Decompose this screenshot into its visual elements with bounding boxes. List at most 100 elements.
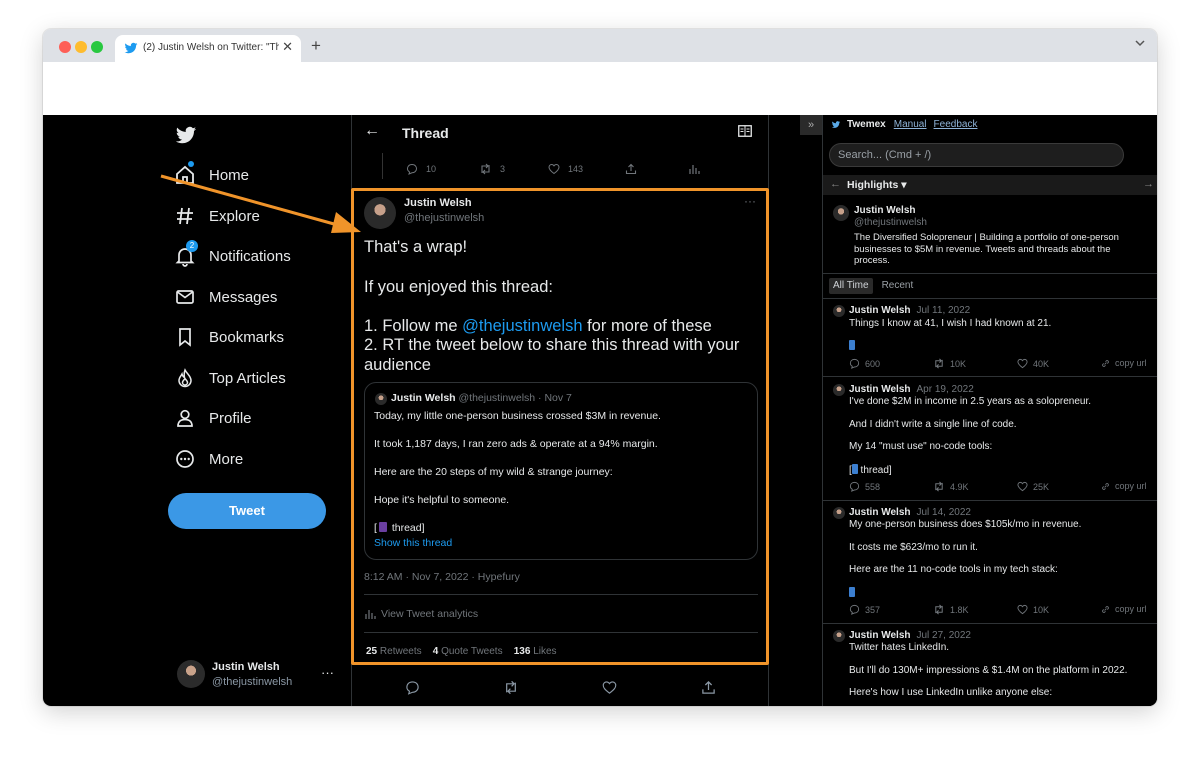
avatar (833, 384, 845, 396)
nav-item-messages[interactable]: Messages (174, 284, 277, 310)
new-tab-button[interactable]: + (311, 36, 321, 56)
retweet-button[interactable]: 3 (479, 163, 505, 175)
reader-mode-icon[interactable] (738, 125, 752, 137)
like-button[interactable]: 143 (548, 163, 583, 175)
copy-url-link[interactable]: copy url (1101, 358, 1147, 368)
nav-item-home[interactable]: Home (174, 161, 249, 188)
highlights-dropdown[interactable]: Highlights ▾ (847, 179, 907, 191)
retweet-count: 1.8K (950, 604, 969, 615)
list-item-header: Justin Welsh Apr 19, 2022 (849, 384, 974, 395)
phone-emoji-icon (849, 340, 855, 350)
tweet-more-icon[interactable]: ··· (744, 194, 756, 208)
previous-arrow-icon[interactable]: ← (830, 178, 841, 190)
tweet-author-handle[interactable]: @thejustinwelsh (404, 212, 484, 224)
tweet-text-segment: for more of these (582, 317, 712, 335)
copy-url-link[interactable]: copy url (1101, 481, 1147, 491)
time-range-tabs: All Time Recent (829, 278, 922, 294)
manual-link[interactable]: Manual (894, 119, 927, 130)
feedback-link[interactable]: Feedback (934, 119, 978, 130)
reply-icon[interactable] (405, 680, 420, 695)
reply-icon (849, 481, 860, 492)
browser-tab[interactable]: (2) Justin Welsh on Twitter: "Th ✕ (115, 35, 301, 62)
reply-count: 357 (865, 604, 881, 615)
reply-count: 10 (426, 164, 437, 174)
collapse-panel-button[interactable]: » (800, 115, 822, 135)
tab-close-icon[interactable]: ✕ (282, 39, 293, 55)
heart-icon[interactable] (602, 680, 617, 695)
show-thread-link[interactable]: Show this thread (374, 537, 452, 549)
tweet-text-segment: thread] (857, 465, 892, 476)
share-icon[interactable] (701, 680, 716, 695)
like-count: 143 (568, 164, 584, 174)
retweet-count: 4.9K (950, 481, 969, 492)
tweet-text-line: [ thread] (849, 464, 892, 476)
divider (823, 376, 1157, 377)
account-handle[interactable]: @thejustinwelsh (212, 676, 292, 688)
copy-url-label: copy url (1115, 604, 1147, 614)
twitter-logo-icon[interactable] (174, 124, 198, 146)
profile-handle[interactable]: @thejustinwelsh (854, 217, 927, 228)
avatar[interactable] (833, 205, 849, 221)
back-arrow-icon[interactable]: ← (364, 122, 380, 140)
quoted-tweet-card[interactable]: Justin Welsh @thejustinwelsh · Nov 7 Tod… (364, 382, 758, 560)
tab-all-time[interactable]: All Time (829, 278, 873, 294)
zoom-window-button[interactable] (91, 41, 103, 53)
link-icon (1102, 605, 1109, 613)
retweet-icon[interactable] (503, 680, 519, 695)
share-button[interactable] (625, 163, 645, 175)
nav-item-more[interactable]: More (174, 446, 243, 472)
thread-connector-line (382, 153, 383, 179)
mention-link[interactable]: @thejustinwelsh (462, 317, 582, 335)
analytics-icon (365, 609, 376, 619)
account-more-icon[interactable]: ··· (321, 665, 334, 680)
thread-header: ← Thread (352, 115, 769, 153)
tweet-button[interactable]: Tweet (168, 493, 326, 529)
quotes-stat[interactable]: 4 Quote Tweets (433, 646, 503, 657)
twemex-sidebar: Twemex Manual Feedback Search... (Cmd + … (822, 115, 1157, 706)
tweet-stats: 558 4.9K 25K copy url (849, 481, 1149, 493)
nav-item-notifications[interactable]: 2 Notifications (174, 240, 291, 269)
tweet-date: Jul 27, 2022 (916, 630, 972, 641)
copy-url-link[interactable]: copy url (1101, 604, 1147, 614)
twitter-favicon-icon (124, 42, 138, 54)
close-window-button[interactable] (59, 41, 71, 53)
nav-item-top-articles[interactable]: Top Articles (174, 365, 286, 391)
tweet-text-line: My 14 "must use" no-code tools: (849, 441, 993, 452)
profile-bio: The Diversified Solopreneur | Building a… (854, 232, 1119, 266)
nav-item-profile[interactable]: Profile (174, 405, 252, 431)
tab-recent[interactable]: Recent (878, 278, 918, 294)
nav-item-bookmarks[interactable]: Bookmarks (174, 324, 284, 350)
author-name: Justin Welsh (849, 507, 911, 518)
tab-search-chevron-icon[interactable] (1135, 39, 1145, 50)
tweet-timestamp[interactable]: 8:12 AM · Nov 7, 2022 · Hypefury (364, 571, 520, 583)
previous-tweet-actions: 10 3 143 (406, 163, 706, 179)
retweet-icon (935, 481, 943, 492)
account-name[interactable]: Justin Welsh (212, 661, 280, 673)
reply-icon (849, 604, 860, 615)
minimize-window-button[interactable] (75, 41, 87, 53)
tweet-author-name[interactable]: Justin Welsh (404, 197, 472, 209)
next-arrow-icon[interactable]: → (1143, 178, 1154, 190)
retweet-icon (935, 604, 943, 615)
reply-count: 600 (865, 358, 881, 369)
retweets-stat[interactable]: 25 Retweets (366, 646, 422, 657)
profile-name[interactable]: Justin Welsh (854, 205, 916, 216)
tweet-action-bar (352, 680, 769, 700)
nav-item-explore[interactable]: Explore (174, 203, 260, 229)
likes-stat[interactable]: 136 Likes (514, 646, 557, 657)
tweet-text-line: Things I know at 41, I wish I had known … (849, 318, 1052, 329)
unread-dot (188, 161, 194, 167)
share-icon (625, 163, 637, 175)
reply-button[interactable]: 10 (406, 163, 436, 175)
more-circle-icon (174, 448, 196, 470)
reply-stat: 558 (849, 481, 880, 492)
like-stat: 40K (1017, 358, 1049, 369)
account-avatar[interactable] (177, 660, 205, 688)
avatar[interactable] (364, 197, 396, 229)
author-name: Justin Welsh (849, 384, 911, 395)
analytics-button[interactable] (688, 163, 708, 175)
nav-item-label: Top Articles (209, 369, 286, 387)
view-analytics-link[interactable]: View Tweet analytics (364, 608, 478, 620)
search-input[interactable]: Search... (Cmd + /) (829, 143, 1124, 167)
analytics-icon (689, 165, 700, 174)
